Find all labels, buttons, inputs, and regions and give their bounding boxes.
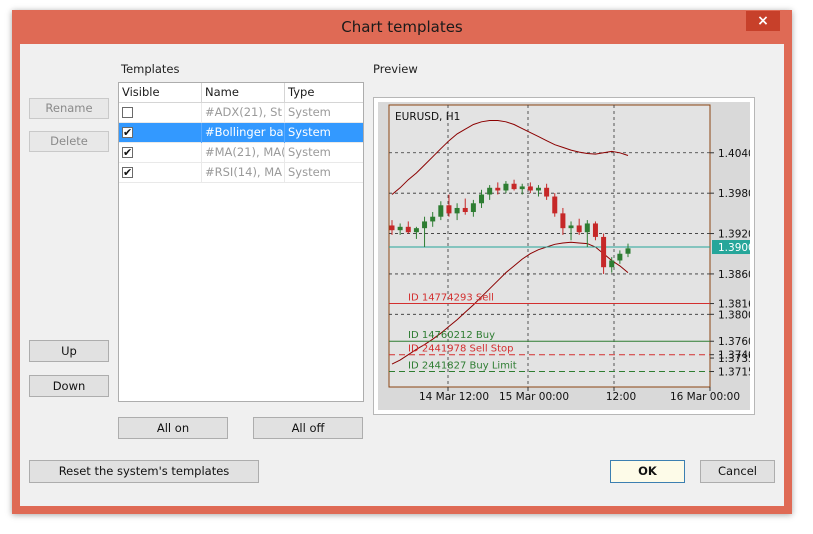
template-type: System <box>288 165 331 179</box>
ok-button[interactable]: OK <box>610 460 685 483</box>
templates-label: Templates <box>121 62 180 76</box>
candle-body <box>601 236 607 268</box>
candle-body <box>413 228 419 233</box>
visible-checkbox[interactable]: ✔ <box>122 167 133 178</box>
up-button[interactable]: Up <box>29 340 109 362</box>
visible-checkbox[interactable] <box>122 107 133 118</box>
column-header-type[interactable]: Type <box>285 83 363 102</box>
preview-label: Preview <box>373 62 418 76</box>
candle-body <box>422 221 428 229</box>
order-label: ID 2441827 Buy Limit <box>408 361 517 372</box>
candle-body <box>487 187 493 195</box>
visible-cell[interactable]: ✔ <box>119 163 202 183</box>
candle-body <box>495 187 501 191</box>
current-price-label: 1.3900 <box>718 242 750 254</box>
table-row[interactable]: ✔ #RSI(14), MA System <box>119 163 363 183</box>
chart-title: EURUSD, H1 <box>395 111 460 123</box>
y-tick-label: 1.3980 <box>718 188 750 200</box>
candle-body <box>438 205 444 217</box>
candle-body <box>397 226 403 231</box>
template-name: #MA(21), MA( <box>202 143 285 163</box>
candle-body <box>584 223 590 233</box>
candle-body <box>592 223 598 237</box>
template-type: System <box>288 105 331 119</box>
column-header-visible[interactable]: Visible <box>119 83 202 102</box>
dialog-window: Chart templates × Templates Preview Rena… <box>12 10 792 514</box>
window-title: Chart templates <box>341 18 463 36</box>
dialog-client-area: Templates Preview Rename Delete Up Down … <box>20 44 784 506</box>
y-tick-label: 1.3715 <box>718 367 750 379</box>
candle-body <box>625 248 631 254</box>
down-button[interactable]: Down <box>29 375 109 397</box>
candle-body <box>454 207 460 214</box>
table-row[interactable]: ✔ #Bollinger bar System <box>119 123 363 143</box>
candle-body <box>560 213 566 229</box>
y-tick-label: 1.4040 <box>718 148 750 160</box>
chart-preview: ID 14774293 Sell ID 14760212 Buy ID 244197… <box>378 102 750 410</box>
x-tick-label: 14 Mar 12:00 <box>419 391 489 403</box>
candle-body <box>544 187 550 197</box>
candle-body <box>535 187 541 191</box>
candle-body <box>576 225 582 233</box>
template-name: #ADX(21), St <box>202 103 285 123</box>
candle-body <box>430 216 436 222</box>
table-row[interactable]: ✔ #MA(21), MA(System <box>119 143 363 163</box>
y-tick-label: 1.3800 <box>718 309 750 321</box>
visible-cell[interactable]: ✔ <box>119 143 202 163</box>
y-tick-label: 1.3760 <box>718 336 750 348</box>
candle-body <box>552 196 558 214</box>
template-type: System <box>288 145 331 159</box>
table-header: Visible Name Type <box>119 83 363 103</box>
delete-button[interactable]: Delete <box>29 131 109 152</box>
visible-checkbox[interactable]: ✔ <box>122 127 133 138</box>
candle-body <box>609 260 615 268</box>
template-type: System <box>288 125 331 139</box>
template-name: #Bollinger bar <box>202 123 285 143</box>
order-label: ID 14760212 Buy <box>408 330 495 341</box>
candle-body <box>446 205 452 214</box>
y-tick-label: 1.3860 <box>718 269 750 281</box>
order-label: ID 14774293 Sell <box>408 293 494 304</box>
all-on-button[interactable]: All on <box>118 417 228 439</box>
rename-button[interactable]: Rename <box>29 98 109 119</box>
preview-chart: ID 14774293 Sell ID 14760212 Buy ID 244197… <box>388 104 750 403</box>
cancel-button[interactable]: Cancel <box>700 460 775 483</box>
candle-body <box>479 194 485 204</box>
candle-body <box>389 225 395 231</box>
candle-body <box>527 186 533 191</box>
candle-body <box>503 183 509 191</box>
y-tick-label: 1.3735 <box>718 353 750 365</box>
order-label: ID 2441978 Sell Stop <box>408 344 514 355</box>
all-off-button[interactable]: All off <box>253 417 363 439</box>
x-tick-label: 16 Mar 00:00 <box>670 391 740 403</box>
candle-body <box>568 225 574 229</box>
reset-templates-button[interactable]: Reset the system's templates <box>29 460 259 483</box>
candle-body <box>617 253 623 261</box>
visible-cell[interactable] <box>119 103 202 123</box>
template-name: #RSI(14), MA <box>202 163 285 183</box>
title-bar[interactable]: Chart templates × <box>12 10 792 44</box>
x-tick-label: 15 Mar 00:00 <box>499 391 569 403</box>
table-row[interactable]: #ADX(21), St System <box>119 103 363 123</box>
candle-body <box>462 207 468 213</box>
visible-checkbox[interactable]: ✔ <box>122 147 133 158</box>
y-tick-label: 1.3920 <box>718 229 750 241</box>
candle-body <box>511 183 517 190</box>
templates-table: Visible Name Type #ADX(21), St System ✔ #Bo… <box>118 82 364 402</box>
column-header-name[interactable]: Name <box>202 83 285 102</box>
candle-body <box>519 186 525 190</box>
visible-cell[interactable]: ✔ <box>119 123 202 143</box>
preview-frame: ID 14774293 Sell ID 14760212 Buy ID 244197… <box>373 97 755 415</box>
candle-body <box>405 226 411 233</box>
x-tick-label: 12:00 <box>606 391 636 403</box>
close-button[interactable]: × <box>746 11 780 31</box>
candle-body <box>470 203 476 213</box>
